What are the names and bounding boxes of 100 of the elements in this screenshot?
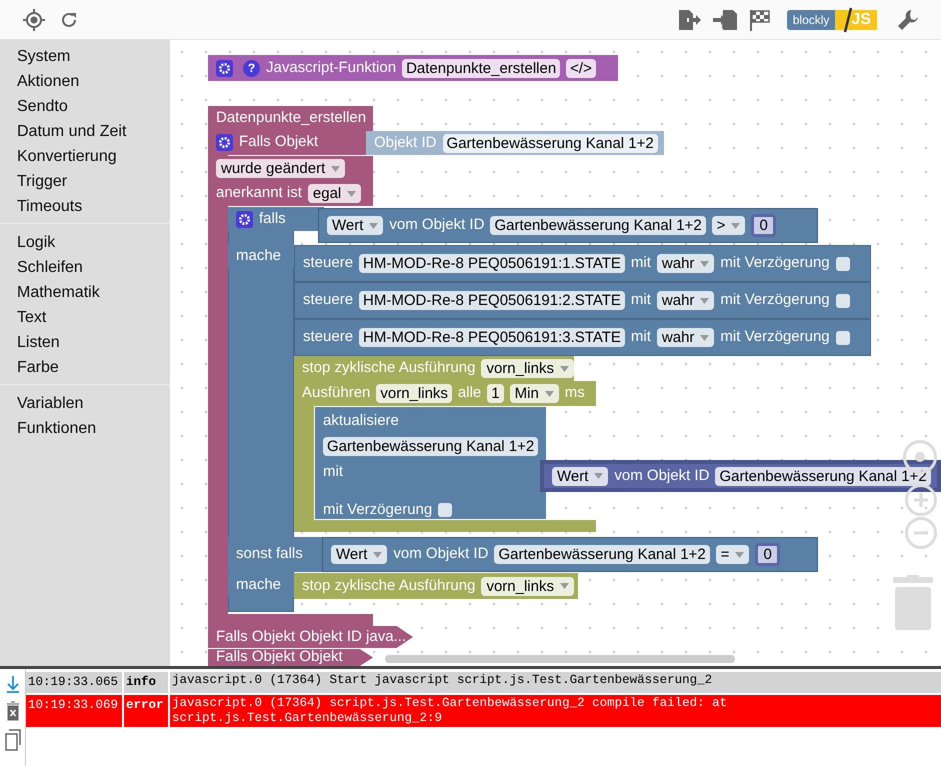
checkbox[interactable] bbox=[836, 330, 850, 344]
toolbox-category[interactable]: Funktionen bbox=[0, 416, 170, 441]
caret-icon bbox=[731, 222, 740, 228]
log-message: javascript.0 (17364) Start javascript script.js.Test.Gartenbewässerung_2 bbox=[171, 672, 714, 689]
toolbox-category[interactable]: Trigger bbox=[0, 169, 170, 194]
gear-icon[interactable] bbox=[216, 134, 233, 151]
text-field[interactable]: HM-MOD-Re-8 PEQ0506191:3.STATE bbox=[359, 328, 625, 347]
toolbox-category[interactable]: Text bbox=[0, 305, 170, 330]
caret-icon bbox=[369, 222, 378, 228]
flag-icon[interactable] bbox=[748, 8, 771, 30]
checkbox[interactable] bbox=[438, 503, 452, 517]
toolbox-category[interactable]: Variablen bbox=[0, 391, 170, 416]
dropdown-field[interactable]: egal bbox=[308, 184, 362, 203]
dropdown-field[interactable]: wurde geändert bbox=[216, 159, 346, 178]
block-label: mit bbox=[323, 462, 343, 482]
block-label: mit bbox=[630, 327, 651, 348]
dropdown-field[interactable]: Min bbox=[510, 384, 559, 403]
text-field[interactable]: vorn_links bbox=[376, 384, 452, 403]
dropdown-field[interactable]: Wert bbox=[331, 545, 388, 564]
toolbox-category[interactable]: Timeouts bbox=[0, 194, 170, 219]
log-time: 10:19:33.069 bbox=[26, 694, 124, 727]
dropdown-field[interactable]: Wert bbox=[552, 466, 608, 486]
caret-icon bbox=[735, 552, 744, 558]
block-label: Datenpunkte_erstellen bbox=[216, 108, 366, 128]
dropdown-field[interactable]: > bbox=[712, 216, 746, 235]
log-message: javascript.0 (17364) script.js.Test.Gartenbewässerung_2 compile failed: at script.js.Test.Gartenbewässerung_2:9 bbox=[171, 694, 728, 727]
dropdown-field[interactable]: = bbox=[716, 545, 750, 564]
gear-icon[interactable] bbox=[216, 60, 233, 76]
block-label: Objekt ID bbox=[374, 132, 437, 153]
js-label: JS bbox=[835, 10, 877, 30]
mode-toggle[interactable]: blockly JS bbox=[786, 10, 877, 30]
crosshair-icon[interactable] bbox=[22, 8, 46, 32]
block-label: mit Verzögerung bbox=[720, 290, 830, 310]
block-label: falls bbox=[259, 208, 286, 229]
text-field[interactable]: </> bbox=[566, 58, 596, 78]
toolbox-category[interactable]: Datum und Zeit bbox=[0, 119, 170, 144]
text-field[interactable]: Datenpunkte_erstellen bbox=[402, 58, 560, 78]
zoom-in-icon[interactable] bbox=[905, 484, 937, 516]
caret-icon bbox=[331, 166, 340, 172]
block-label: mit Verzögerung bbox=[323, 500, 432, 520]
dropdown-field[interactable]: wahr bbox=[656, 254, 714, 273]
gear-icon[interactable] bbox=[236, 210, 253, 228]
caret-icon bbox=[700, 260, 710, 266]
caret-icon bbox=[700, 298, 710, 304]
caret-icon bbox=[373, 552, 382, 558]
toolbox-category[interactable]: Schleifen bbox=[0, 255, 170, 280]
number-field[interactable]: 0 bbox=[751, 214, 776, 237]
block-label: steuere bbox=[303, 253, 354, 274]
text-field[interactable]: Gartenbewässerung Kanal 1+2 bbox=[323, 437, 538, 456]
dropdown-field[interactable]: Wert bbox=[327, 216, 384, 235]
wrench-icon[interactable] bbox=[897, 8, 919, 30]
text-field[interactable]: HM-MOD-Re-8 PEQ0506191:2.STATE bbox=[359, 291, 625, 310]
block-label: steuere bbox=[303, 290, 354, 310]
toolbox-category[interactable]: Logik bbox=[0, 230, 170, 255]
text-field[interactable]: Gartenbewässerung Kanal 1+2 bbox=[490, 216, 706, 235]
toolbox-category[interactable]: Sendto bbox=[0, 94, 170, 119]
download-arrow-icon[interactable] bbox=[4, 675, 20, 693]
block-label: vom Objekt ID bbox=[393, 544, 488, 564]
block-label: mache bbox=[236, 574, 282, 595]
block-label: Javascript-Funktion bbox=[266, 58, 396, 78]
block-label: mit bbox=[630, 253, 651, 274]
help-button[interactable]: ? bbox=[243, 60, 260, 76]
import-icon[interactable] bbox=[712, 8, 737, 30]
block-label: steuere bbox=[303, 327, 354, 348]
toolbox-category[interactable]: Mathematik bbox=[0, 280, 170, 305]
dropdown-field[interactable]: vorn_links bbox=[481, 576, 574, 596]
block-label: mit Verzögerung bbox=[720, 327, 830, 348]
block-label: anerkannt ist bbox=[216, 183, 302, 204]
log-level: error bbox=[124, 694, 170, 727]
blockly-label: blockly bbox=[786, 10, 836, 30]
text-field[interactable]: Gartenbewässerung Kanal 1+2 bbox=[494, 545, 710, 564]
checkbox[interactable] bbox=[836, 294, 850, 308]
block-label: Falls Objekt Objekt ID java... bbox=[216, 626, 406, 647]
horizontal-scrollbar[interactable] bbox=[385, 655, 735, 663]
text-field[interactable]: HM-MOD-Re-8 PEQ0506191:1.STATE bbox=[359, 254, 625, 273]
block-label: stop zyklische Ausführung bbox=[302, 576, 476, 596]
toolbox-category[interactable]: Aktionen bbox=[0, 69, 170, 94]
caret-icon bbox=[544, 390, 554, 396]
number-field[interactable]: 0 bbox=[755, 543, 780, 566]
dropdown-field[interactable]: wahr bbox=[656, 291, 714, 310]
text-field[interactable]: 1 bbox=[487, 384, 504, 403]
block-label: Falls Objekt Objekt bbox=[216, 647, 343, 666]
checkbox[interactable] bbox=[836, 256, 850, 270]
caret-icon bbox=[560, 366, 569, 372]
caret-icon bbox=[560, 583, 569, 589]
copy-icon[interactable] bbox=[4, 729, 20, 751]
toolbox-category[interactable]: Listen bbox=[0, 330, 170, 355]
text-field[interactable]: Gartenbewässerung Kanal 1+2 bbox=[442, 134, 658, 152]
block-label: aktualisiere bbox=[323, 410, 399, 431]
delete-icon[interactable] bbox=[4, 701, 20, 721]
toolbox-category[interactable]: Konvertierung bbox=[0, 144, 170, 169]
block-label: vom Objekt ID bbox=[614, 466, 710, 486]
block-label: mache bbox=[236, 246, 282, 266]
slash-icon bbox=[842, 6, 853, 32]
toolbox-category[interactable]: System bbox=[0, 44, 170, 69]
export-icon[interactable] bbox=[676, 8, 701, 30]
log-time: 10:19:33.065 bbox=[26, 672, 124, 693]
toolbox-category[interactable]: Farbe bbox=[0, 355, 170, 380]
dropdown-field[interactable]: vorn_links bbox=[481, 359, 574, 378]
dropdown-field[interactable]: wahr bbox=[656, 328, 714, 347]
